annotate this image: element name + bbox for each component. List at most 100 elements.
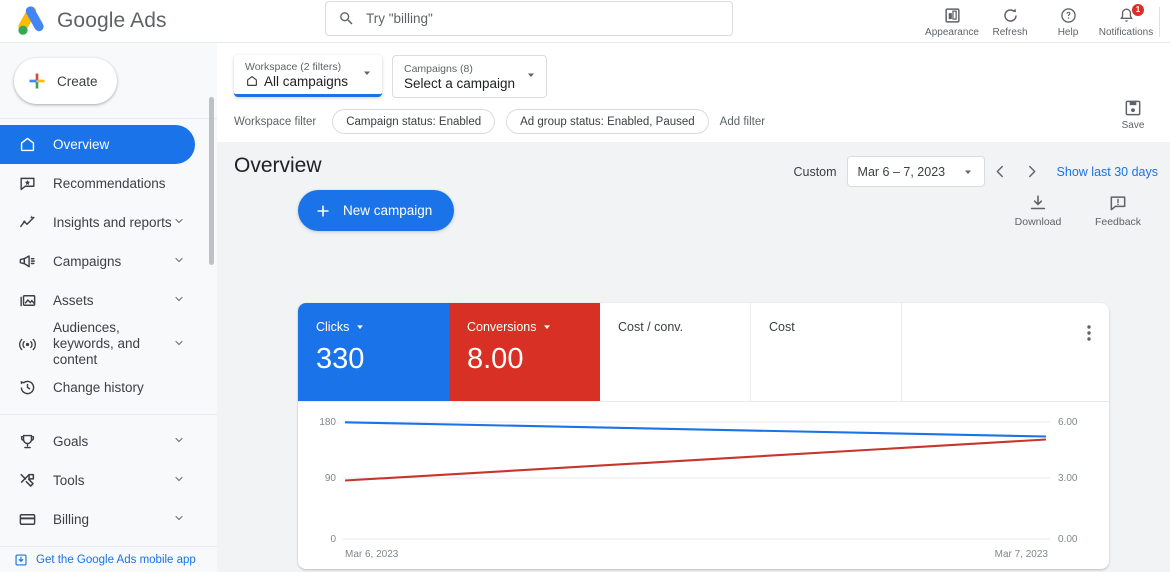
- refresh-button[interactable]: Refresh: [981, 5, 1039, 38]
- metric-name: Cost: [769, 320, 795, 334]
- audiences-signal-icon: [17, 334, 37, 354]
- metric-tabs: Clicks 330 Conversions 8.00 Cost / conv.…: [298, 303, 1109, 402]
- plus-icon: [317, 204, 329, 217]
- tools-wrench-icon: [17, 471, 37, 491]
- svg-text:90: 90: [325, 473, 337, 484]
- appearance-icon: [943, 5, 962, 25]
- svg-text:Mar 7, 2023: Mar 7, 2023: [995, 549, 1049, 560]
- help-button[interactable]: Help: [1039, 5, 1097, 38]
- sidebar-item-tools[interactable]: Tools: [0, 461, 195, 500]
- sidebar-scrollbar[interactable]: [209, 97, 214, 265]
- chevron-down-icon[interactable]: [173, 473, 185, 488]
- create-button-label: Create: [57, 73, 98, 89]
- metric-tab-conversions[interactable]: Conversions 8.00: [449, 303, 600, 401]
- sidebar-item-billing[interactable]: Billing: [0, 500, 195, 539]
- sidebar-item-recommendations[interactable]: Recommendations: [0, 164, 195, 203]
- date-range-picker[interactable]: Mar 6 – 7, 2023: [846, 156, 985, 187]
- chevron-down-icon[interactable]: [173, 512, 185, 527]
- download-icon: [1030, 195, 1046, 210]
- home-icon: [17, 135, 37, 155]
- metric-value: 8.00: [467, 343, 524, 375]
- chevron-down-icon[interactable]: [542, 322, 552, 332]
- notifications-button[interactable]: 1 Notifications: [1097, 4, 1155, 38]
- chevron-down-icon[interactable]: [361, 66, 373, 84]
- chevron-down-icon[interactable]: [173, 215, 185, 230]
- filter-chip-campaign-status[interactable]: Campaign status: Enabled: [332, 109, 496, 134]
- chevron-down-icon[interactable]: [173, 254, 185, 269]
- google-ads-app: Google Ads Appearance Refresh: [0, 0, 1170, 572]
- assets-image-icon: [17, 291, 37, 311]
- home-icon: [247, 75, 257, 86]
- chart-gridlines: [343, 421, 1050, 540]
- sidebar-item-campaigns[interactable]: Campaigns: [0, 242, 195, 281]
- date-range-value: Mar 6 – 7, 2023: [857, 164, 946, 179]
- help-icon: [1059, 5, 1078, 25]
- metric-tab-cost[interactable]: Cost: [751, 303, 902, 401]
- workspace-caption: Workspace (2 filters): [245, 60, 342, 73]
- metric-tab-clicks[interactable]: Clicks 330: [298, 303, 449, 401]
- sidebar-item-change-history[interactable]: Change history: [0, 368, 195, 407]
- sidebar-item-label: Recommendations: [53, 175, 166, 191]
- chevron-down-icon[interactable]: [355, 322, 365, 332]
- appearance-button[interactable]: Appearance: [923, 5, 981, 38]
- sidebar-item-label: Overview: [53, 136, 110, 152]
- recommendations-icon: [17, 174, 37, 194]
- download-app-icon: [15, 553, 27, 566]
- sidebar-item-goals[interactable]: Goals: [0, 422, 195, 461]
- date-prev-button[interactable]: [985, 156, 1016, 187]
- add-filter-button[interactable]: Add filter: [720, 116, 765, 128]
- chevron-down-icon[interactable]: [173, 337, 185, 352]
- appearance-label: Appearance: [925, 27, 979, 38]
- mobile-app-link[interactable]: Get the Google Ads mobile app: [0, 546, 217, 572]
- sidebar-item-label: Tools: [53, 472, 85, 488]
- search-bar[interactable]: [325, 1, 733, 36]
- workspace-selector[interactable]: Workspace (2 filters) All campaigns: [234, 55, 382, 97]
- top-bar-icons: Appearance Refresh Help 1 Notifications: [923, 0, 1170, 43]
- date-next-button[interactable]: [1016, 156, 1047, 187]
- show-last-30-days-link[interactable]: Show last 30 days: [1057, 165, 1158, 179]
- filter-bar: Workspace (2 filters) All campaigns Camp…: [217, 43, 1170, 142]
- feedback-button[interactable]: Feedback: [1090, 193, 1146, 228]
- save-floppy-icon: [1125, 100, 1141, 116]
- date-custom-label: Custom: [793, 164, 837, 179]
- campaigns-megaphone-icon: [17, 252, 37, 272]
- kebab-menu-icon[interactable]: [1087, 325, 1091, 346]
- metric-name: Conversions: [467, 320, 600, 334]
- performance-card: Clicks 330 Conversions 8.00 Cost / conv.…: [298, 303, 1109, 569]
- create-button[interactable]: Create: [14, 58, 117, 104]
- sidebar-item-overview[interactable]: Overview: [0, 125, 195, 164]
- chart-x-axis-ticks: Mar 6, 2023 Mar 7, 2023: [345, 549, 1048, 560]
- search-input[interactable]: [366, 11, 720, 26]
- feedback-label: Feedback: [1094, 216, 1142, 228]
- workspace-filter-label: Workspace filter: [234, 115, 317, 128]
- svg-text:0: 0: [330, 534, 336, 545]
- sidebar-item-assets[interactable]: Assets: [0, 281, 195, 320]
- svg-text:180: 180: [319, 417, 336, 428]
- campaign-selector[interactable]: Campaigns (8) Select a campaign: [392, 55, 547, 98]
- download-label: Download: [1014, 216, 1062, 228]
- date-range-controls: Custom Mar 6 – 7, 2023 Show last 30 days: [793, 156, 1158, 187]
- filter-chip-ad-group-status[interactable]: Ad group status: Enabled, Paused: [506, 109, 709, 134]
- save-button[interactable]: Save: [1108, 98, 1158, 131]
- top-bar: Google Ads Appearance Refresh: [0, 0, 1170, 43]
- chevron-down-icon[interactable]: [173, 293, 185, 308]
- sidebar-item-insights-and-reports[interactable]: Insights and reports: [0, 203, 195, 242]
- chevron-down-icon[interactable]: [525, 68, 537, 86]
- svg-text:6.00: 6.00: [1058, 417, 1078, 428]
- help-label: Help: [1057, 27, 1079, 38]
- chevron-right-icon: [1028, 165, 1035, 178]
- metric-tab-cost-per-conv[interactable]: Cost / conv.: [600, 303, 751, 401]
- new-campaign-button[interactable]: New campaign: [298, 190, 455, 231]
- sidebar-item-label: Goals: [53, 433, 89, 449]
- page-header: Overview Custom Mar 6 – 7, 2023 Show las…: [217, 142, 1170, 195]
- brand[interactable]: Google Ads: [14, 6, 167, 36]
- chevron-down-icon: [964, 170, 971, 174]
- billing-card-icon: [17, 510, 37, 530]
- brand-name: Google Ads: [57, 9, 167, 32]
- sidebar-item-audiences-keywords-and-content[interactable]: Audiences, keywords, and content: [0, 320, 195, 368]
- download-button[interactable]: Download: [1010, 193, 1066, 228]
- goals-trophy-icon: [17, 432, 37, 452]
- history-clock-icon: [17, 378, 37, 398]
- chevron-down-icon[interactable]: [173, 434, 185, 449]
- metric-name: Clicks: [316, 320, 449, 334]
